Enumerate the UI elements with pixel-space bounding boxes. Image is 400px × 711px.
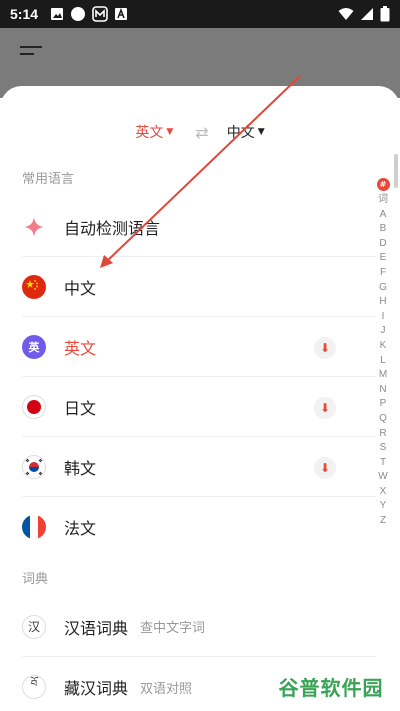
language-label: 自动检测语言 (64, 218, 161, 238)
status-time: 5:14 (10, 6, 39, 22)
signal-icon (360, 7, 374, 21)
language-item-french[interactable]: 法文 (22, 497, 376, 557)
index-letter[interactable]: A (380, 208, 387, 223)
status-bar: 5:14 (0, 0, 400, 28)
language-label: 韩文 (64, 458, 97, 478)
index-letter[interactable]: B (380, 222, 387, 237)
language-item-chinese[interactable]: 中文 (22, 257, 376, 317)
index-letter[interactable]: W (378, 470, 387, 485)
dictionary-item-chinese[interactable]: 汉 汉语词典 查中文字词 (22, 597, 376, 657)
index-hash[interactable]: # (376, 178, 390, 191)
a-box-icon (114, 7, 128, 21)
dictionary-subtitle: 查中文字词 (140, 621, 206, 636)
index-letter[interactable]: D (379, 237, 386, 252)
language-item-auto[interactable]: 自动检测语言 (22, 197, 376, 257)
download-icon[interactable]: ⬇ (314, 337, 336, 359)
notification-icons (50, 6, 128, 22)
index-letter[interactable]: Z (380, 514, 386, 529)
english-badge-icon: 英 (22, 334, 46, 359)
caret-down-icon: ▼ (257, 127, 265, 137)
language-item-korean[interactable]: 韩文 ⬇ (22, 437, 376, 497)
language-label: 日文 (64, 398, 97, 418)
index-letter[interactable]: R (379, 427, 386, 442)
tibetan-dictionary-icon: བོ (22, 675, 46, 699)
image-icon (50, 7, 64, 21)
section-title-common: 常用语言 (22, 172, 75, 187)
watermark-logo: 谷普软件园 (268, 669, 394, 703)
download-icon[interactable]: ⬇ (314, 397, 336, 419)
language-label: 英文 (64, 338, 97, 358)
language-picker-sheet: 英文 ▼ ⇄ 中文 ▼ 常用语言 自动检测语言 中文 英 英文 ⬇ 日文 ⬇ 韩… (0, 86, 400, 711)
target-language-label: 中文 (226, 125, 255, 141)
swap-icon[interactable]: ⇄ (195, 123, 208, 142)
circle-icon (70, 6, 86, 22)
korea-flag-icon (22, 454, 46, 479)
index-letter[interactable]: K (380, 339, 387, 354)
index-letter[interactable]: P (380, 397, 387, 412)
index-letter[interactable]: X (380, 485, 387, 500)
section-title-dict: 词典 (22, 572, 49, 587)
index-letter[interactable]: M (379, 368, 387, 383)
index-letter[interactable]: S (380, 441, 387, 456)
index-letter[interactable]: F (380, 266, 386, 281)
source-language-button[interactable]: 英文 ▼ (135, 122, 173, 142)
scrollbar-thumb[interactable] (394, 154, 398, 188)
caret-down-icon: ▼ (166, 127, 174, 137)
language-item-english[interactable]: 英 英文 ⬇ (22, 317, 376, 377)
index-letter[interactable]: N (379, 383, 386, 398)
alphabet-index-bar[interactable]: # 词ABDEFGHIJKLMNPQRSTWXYZ (376, 178, 390, 529)
watermark-text: 谷普软件园 (278, 675, 384, 700)
dictionary-label: 汉语词典 (64, 618, 129, 638)
menu-icon[interactable] (20, 46, 42, 62)
download-icon[interactable]: ⬇ (314, 457, 336, 479)
index-letter[interactable]: G (379, 281, 387, 296)
japan-flag-icon (22, 394, 46, 419)
dictionary-subtitle: 双语对照 (140, 681, 193, 697)
language-item-japanese[interactable]: 日文 ⬇ (22, 377, 376, 437)
sparkle-icon (22, 215, 46, 239)
source-language-label: 英文 (135, 125, 164, 141)
index-letter[interactable]: L (380, 354, 386, 369)
index-letter[interactable]: E (380, 251, 387, 266)
france-flag-icon (22, 515, 46, 539)
language-label: 中文 (64, 278, 97, 298)
app-logo-icon (92, 6, 108, 22)
wifi-icon (338, 7, 354, 21)
index-letter[interactable]: H (379, 295, 386, 310)
index-letter[interactable]: 词 (378, 193, 388, 208)
index-letter[interactable]: I (382, 310, 385, 325)
index-letter[interactable]: J (381, 324, 386, 339)
dictionary-label: 藏汉词典 (64, 679, 129, 698)
target-language-button[interactable]: 中文 ▼ (227, 122, 265, 142)
index-letter[interactable]: T (380, 456, 386, 471)
language-label: 法文 (64, 519, 97, 538)
system-icons (338, 6, 390, 22)
battery-icon (380, 6, 390, 22)
index-letter[interactable]: Y (380, 499, 387, 514)
china-flag-icon (22, 274, 46, 299)
chinese-dictionary-icon: 汉 (22, 614, 46, 639)
language-switcher: 英文 ▼ ⇄ 中文 ▼ (0, 122, 400, 142)
index-letter[interactable]: Q (379, 412, 387, 427)
